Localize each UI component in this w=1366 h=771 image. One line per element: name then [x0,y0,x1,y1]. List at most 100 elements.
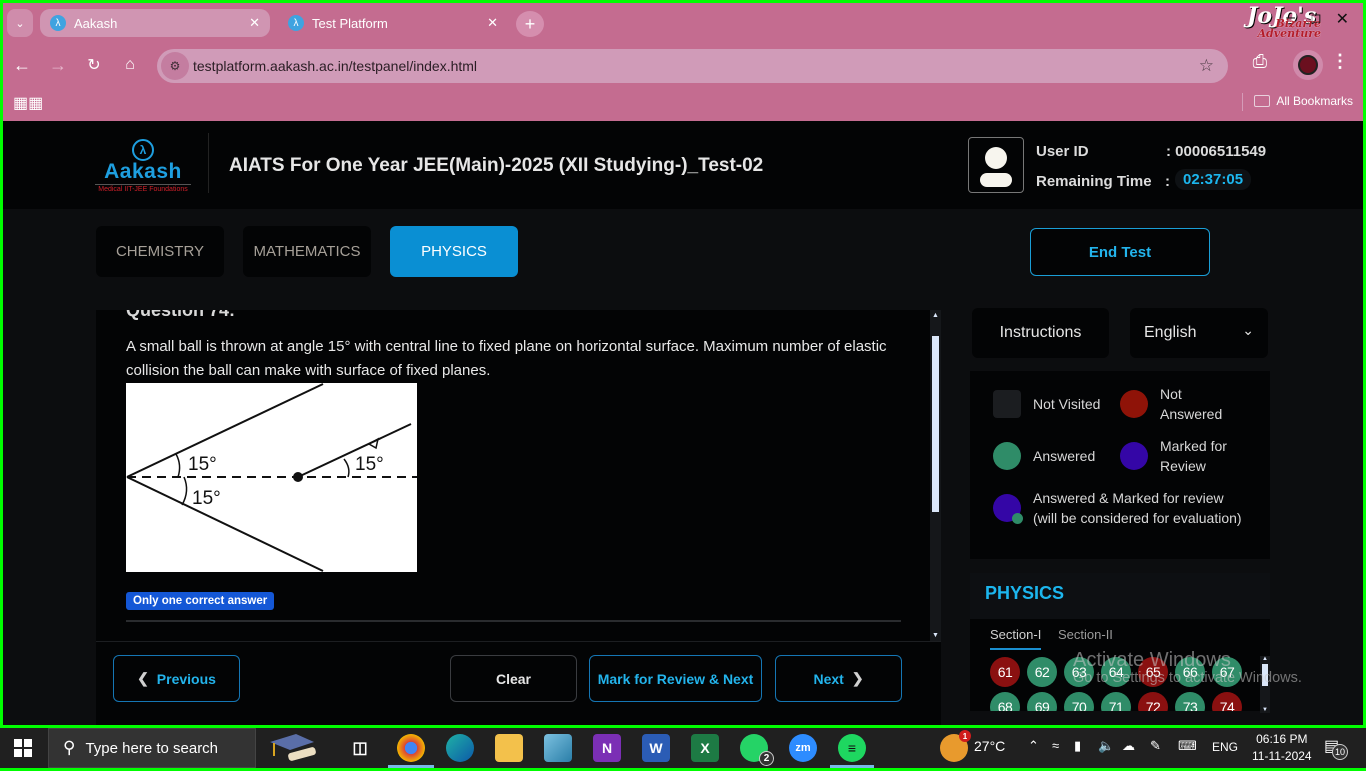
file-explorer-icon[interactable] [495,734,523,762]
question-palette-button[interactable]: 67 [1212,657,1242,687]
apps-grid-icon[interactable]: ▦▦ [13,93,43,113]
new-tab-button[interactable]: + [516,11,544,37]
aakash-logo: λ Aakash Medical IIT-JEE Foundations [95,139,191,195]
question-palette-button[interactable]: 70 [1064,692,1094,711]
all-bookmarks-button[interactable]: All Bookmarks [1254,94,1353,108]
upper-plane-line [126,383,324,478]
keyboard-icon[interactable]: ⌨ [1178,738,1197,754]
question-palette-button[interactable]: 69 [1027,692,1057,711]
answered-marked-swatch [993,494,1023,524]
scrollbar-thumb[interactable] [1262,664,1268,686]
test-title: AIATS For One Year JEE(Main)-2025 (XII S… [229,155,764,176]
mark-for-review-next-button[interactable]: Mark for Review & Next [589,655,762,702]
zoom-icon[interactable]: zm [789,734,817,762]
menu-kebab-icon[interactable]: ⋮ [1331,51,1349,72]
task-view-icon[interactable]: ◫ [346,734,374,762]
profile-avatar[interactable] [1293,50,1323,80]
question-palette-button[interactable]: 66 [1175,657,1205,687]
answered-swatch [993,442,1021,470]
bookmark-star-icon[interactable]: ☆ [1199,56,1214,76]
previous-button[interactable]: ❮ Previous [113,655,240,702]
question-palette-button[interactable]: 73 [1175,692,1205,711]
scroll-up-icon[interactable]: ▲ [930,312,941,319]
restore-icon[interactable]: ❐ [1311,13,1321,26]
address-bar[interactable]: ⚙ testplatform.aakash.ac.in/testpanel/in… [157,49,1228,83]
browser-toolbar: ← → ↻ ⌂ ⚙ testplatform.aakash.ac.in/test… [3,47,1363,83]
scroll-up-icon[interactable]: ▲ [1260,656,1270,662]
divider [208,133,209,193]
url-text[interactable]: testplatform.aakash.ac.in/testpanel/inde… [193,58,477,74]
notification-count: 10 [1332,744,1348,760]
tab-test-platform[interactable]: λ Test Platform ✕ [278,9,508,37]
clear-button[interactable]: Clear [450,655,577,702]
chevron-down-icon: ⌄ [1242,322,1254,338]
edge-icon[interactable] [446,734,474,762]
reload-icon[interactable]: ↻ [82,53,106,77]
weather-badge: 1 [959,730,971,742]
minimize-icon[interactable]: – [1286,9,1295,27]
back-icon[interactable]: ← [10,53,34,77]
question-scrollbar[interactable]: ▲ ▼ [930,310,941,641]
question-palette-button[interactable]: 61 [990,657,1020,687]
subject-tab-mathematics[interactable]: MATHEMATICS [243,226,371,277]
onedrive-cloud-icon[interactable]: ☁ [1122,738,1135,754]
question-palette-button[interactable]: 68 [990,692,1020,711]
tab-aakash[interactable]: λ Aakash ✕ [40,9,270,37]
scroll-down-icon[interactable]: ▼ [930,632,941,639]
temperature[interactable]: 27°C [974,738,1005,754]
extensions-icon[interactable]: ⎙ [1253,51,1267,72]
notifications-icon[interactable]: ▤ 10 [1324,736,1348,760]
end-test-button[interactable]: End Test [1030,228,1210,276]
spotify-icon[interactable]: ≡ [838,734,866,762]
next-button[interactable]: Next ❯ [775,655,902,702]
status-legend: Not Visited Not Answered Answered Marked… [970,371,1270,559]
scrollbar-thumb[interactable] [932,336,939,512]
close-window-icon[interactable]: ✕ [1336,9,1349,29]
chrome-icon[interactable] [397,734,425,762]
question-palette-button[interactable]: 72 [1138,692,1168,711]
angle-arc-upper [175,453,181,478]
close-tab-icon[interactable]: ✕ [249,15,260,31]
excel-icon[interactable]: X [691,734,719,762]
angle-label: 15° [192,488,221,509]
question-palette-button[interactable]: 71 [1101,692,1131,711]
network-icon[interactable]: ≈ [1052,738,1059,753]
scroll-down-icon[interactable]: ▼ [1260,707,1270,713]
angle-arc-lower [181,476,188,506]
windows-start-icon[interactable] [14,739,32,757]
word-icon[interactable]: W [642,734,670,762]
subject-tab-chemistry[interactable]: CHEMISTRY [96,226,224,277]
angle-label: 15° [188,454,217,475]
question-palette-button[interactable]: 62 [1027,657,1057,687]
battery-icon[interactable]: ▮ [1074,738,1081,754]
volume-icon[interactable]: 🔈 [1098,738,1114,754]
language-select[interactable]: English ⌄ [1130,308,1268,358]
input-language[interactable]: ENG [1212,740,1238,754]
section-tab-2[interactable]: Section-II [1058,627,1113,648]
user-avatar-icon [968,137,1024,193]
forward-icon[interactable]: → [46,53,70,77]
test-page: λ Aakash Medical IIT-JEE Foundations AIA… [3,121,1363,725]
palette-scrollbar[interactable]: ▲ ▼ [1260,656,1270,713]
section-tab-1[interactable]: Section-I [990,627,1042,650]
question-palette-button[interactable]: 64 [1101,657,1131,687]
subject-tab-physics[interactable]: PHYSICS [390,226,518,277]
pen-icon[interactable]: ✎ [1150,738,1161,754]
show-hidden-icons-icon[interactable]: ⌃ [1028,738,1039,754]
question-palette-button[interactable]: 65 [1138,657,1168,687]
aakash-emblem-icon: λ [132,139,154,161]
site-settings-icon[interactable]: ⚙ [161,52,189,80]
whatsapp-icon[interactable]: 2 [740,734,774,766]
instructions-button[interactable]: Instructions [972,308,1109,358]
search-icon: ⚲ [63,738,76,757]
weather-icon[interactable]: 1 [940,730,971,762]
notepad-icon[interactable] [544,734,572,762]
onenote-icon[interactable]: N [593,734,621,762]
system-clock[interactable]: 06:16 PM 11-11-2024 [1252,731,1312,765]
tab-search-button[interactable]: ⌄ [7,9,33,37]
question-palette-button[interactable]: 74 [1212,692,1242,711]
question-palette-button[interactable]: 63 [1064,657,1094,687]
home-icon[interactable]: ⌂ [118,53,142,77]
taskbar-search-box[interactable]: ⚲ Type here to search [48,728,256,768]
close-tab-icon[interactable]: ✕ [487,15,498,31]
